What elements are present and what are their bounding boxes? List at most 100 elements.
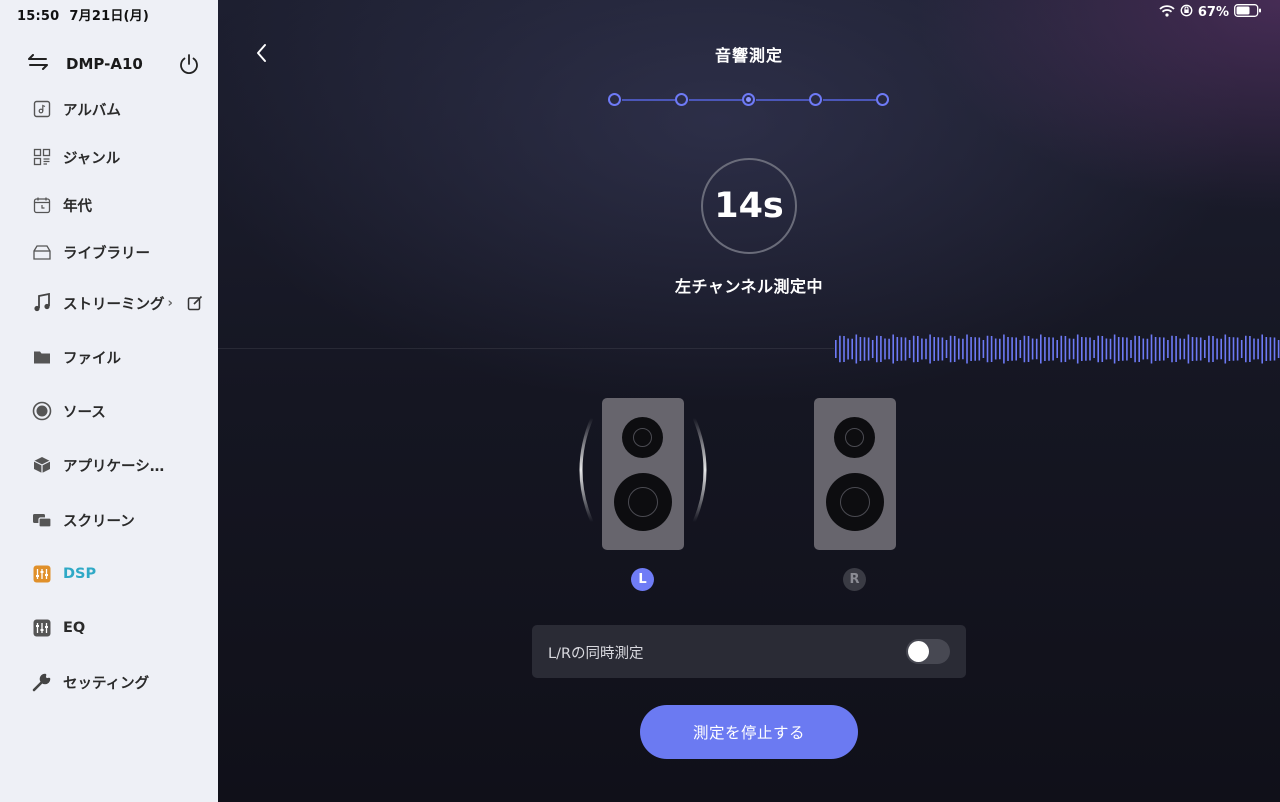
waveform-bar: [1031, 338, 1034, 360]
sidebar-item-settings[interactable]: セッティング: [32, 670, 149, 694]
status-time: 15:50: [17, 9, 60, 24]
waveform-bar: [1040, 334, 1042, 364]
measurement-panel: 67% 音響測定 14s 左チャンネル測定中 L R L/Rの同時測定 測定を停…: [218, 0, 1280, 802]
sidebar-item-dsp[interactable]: DSP: [32, 562, 96, 586]
waveform-baseline: [218, 348, 834, 349]
sidebar-item-source[interactable]: ソース: [32, 399, 106, 423]
waveform-bar: [999, 338, 1001, 360]
waveform-bar: [1195, 337, 1198, 361]
power-icon[interactable]: [178, 53, 200, 79]
waveform-bar: [1163, 337, 1165, 361]
countdown-timer: 14s: [701, 158, 797, 254]
waveform-bar: [1007, 337, 1009, 361]
battery-percent: 67%: [1197, 5, 1229, 20]
waveform-bar: [884, 338, 886, 360]
sidebar-item-screen[interactable]: スクリーン: [32, 508, 135, 532]
waveform-bar: [1236, 337, 1239, 361]
waveform-bar: [1179, 338, 1181, 360]
waveform-bar: [851, 338, 853, 360]
progress-stepper: [608, 92, 898, 108]
waveform-bar: [937, 337, 940, 361]
step-1: [608, 93, 621, 106]
sidebar-item-genre[interactable]: ジャンル: [32, 145, 120, 169]
sidebar-item-label: ソース: [63, 404, 106, 421]
waveform-bar: [917, 336, 919, 362]
waveform-bar: [1122, 337, 1124, 361]
waveform-bar: [1089, 337, 1091, 361]
library-icon: [32, 242, 52, 262]
sidebar-item-album[interactable]: アルバム: [32, 97, 121, 121]
waveform-bar: [843, 336, 845, 362]
waveform-bar: [1220, 338, 1222, 360]
stop-measurement-button[interactable]: 測定を停止する: [640, 705, 858, 759]
sidebar-item-label: アルバム: [63, 102, 121, 119]
waveform-bar: [962, 338, 964, 360]
waveform-bar: [1056, 340, 1058, 358]
waveform-bar: [933, 337, 935, 361]
waveform-bar: [994, 338, 997, 360]
waveform-bar: [1076, 334, 1079, 364]
waveform-bar: [1245, 335, 1247, 363]
waveform-bar: [1134, 335, 1136, 363]
waveform-bar: [1158, 337, 1161, 361]
sidebar-item-library[interactable]: ライブラリー: [32, 240, 150, 264]
sidebar-item-file[interactable]: ファイル: [32, 345, 121, 369]
waveform-bar: [1093, 340, 1095, 358]
waveform-bar: [1199, 337, 1202, 361]
waveform-bar: [900, 337, 903, 361]
step-connector: [756, 99, 809, 101]
waveform-bar: [880, 336, 882, 362]
sidebar-item-eq[interactable]: EQ: [32, 616, 85, 640]
waveform-bar: [1035, 338, 1038, 360]
waveform-bar: [953, 336, 956, 362]
switch-device-icon[interactable]: [28, 54, 48, 74]
waveform-bar: [892, 334, 894, 364]
waveform-bar: [839, 335, 841, 363]
waveform-bar: [1126, 337, 1128, 361]
waveform-bar: [896, 337, 899, 361]
simultaneous-measure-toggle[interactable]: [906, 639, 950, 664]
measurement-status: 左チャンネル測定中: [674, 277, 824, 296]
sidebar-item-label: ストリーミング: [63, 296, 165, 313]
waveform-bar: [1081, 337, 1083, 361]
waveform-bar: [888, 338, 890, 360]
waveform-bar: [1064, 336, 1067, 362]
sidebar-item-apps[interactable]: アプリケーシ…: [32, 453, 164, 477]
step-4: [809, 93, 822, 106]
step-3-current: [742, 93, 755, 106]
folder-icon: [32, 347, 52, 367]
waveform-bar: [863, 337, 866, 361]
sidebar-item-label: DSP: [63, 566, 97, 582]
simultaneous-measure-row: L/Rの同時測定: [532, 625, 966, 678]
waveform-bar: [945, 340, 948, 358]
waveform-bar: [1023, 335, 1026, 363]
waveform-bar: [966, 334, 968, 364]
waveform-bar: [1003, 334, 1005, 364]
wrench-icon: [32, 672, 52, 692]
wifi-icon: [1159, 4, 1175, 21]
battery-icon: [1234, 4, 1262, 21]
waveform-bar: [835, 340, 837, 358]
album-icon: [32, 99, 52, 119]
source-icon: [32, 401, 52, 421]
device-selector[interactable]: DMP-A10: [28, 52, 200, 76]
waveform-bar: [970, 337, 972, 361]
external-edit-icon[interactable]: [187, 295, 203, 315]
simultaneous-measure-label: L/Rの同時測定: [548, 646, 644, 662]
waveform-bar: [1019, 340, 1022, 358]
woofer: [826, 473, 884, 531]
calendar-icon: [32, 195, 52, 215]
step-connector: [823, 99, 876, 101]
sidebar-item-streaming[interactable]: ストリーミング ›: [32, 291, 173, 315]
waveform-bar: [1011, 337, 1013, 361]
left-channel-badge: L: [631, 568, 654, 591]
sidebar-item-label: スクリーン: [63, 513, 135, 530]
genre-icon: [32, 147, 52, 167]
waveform-bar: [1117, 337, 1120, 361]
waveform-bar: [908, 340, 911, 358]
step-5: [876, 93, 889, 106]
sidebar-item-label: 年代: [63, 198, 92, 215]
sidebar-item-label: EQ: [63, 620, 86, 636]
sidebar-item-era[interactable]: 年代: [32, 193, 92, 217]
waveform-bar: [982, 340, 985, 358]
